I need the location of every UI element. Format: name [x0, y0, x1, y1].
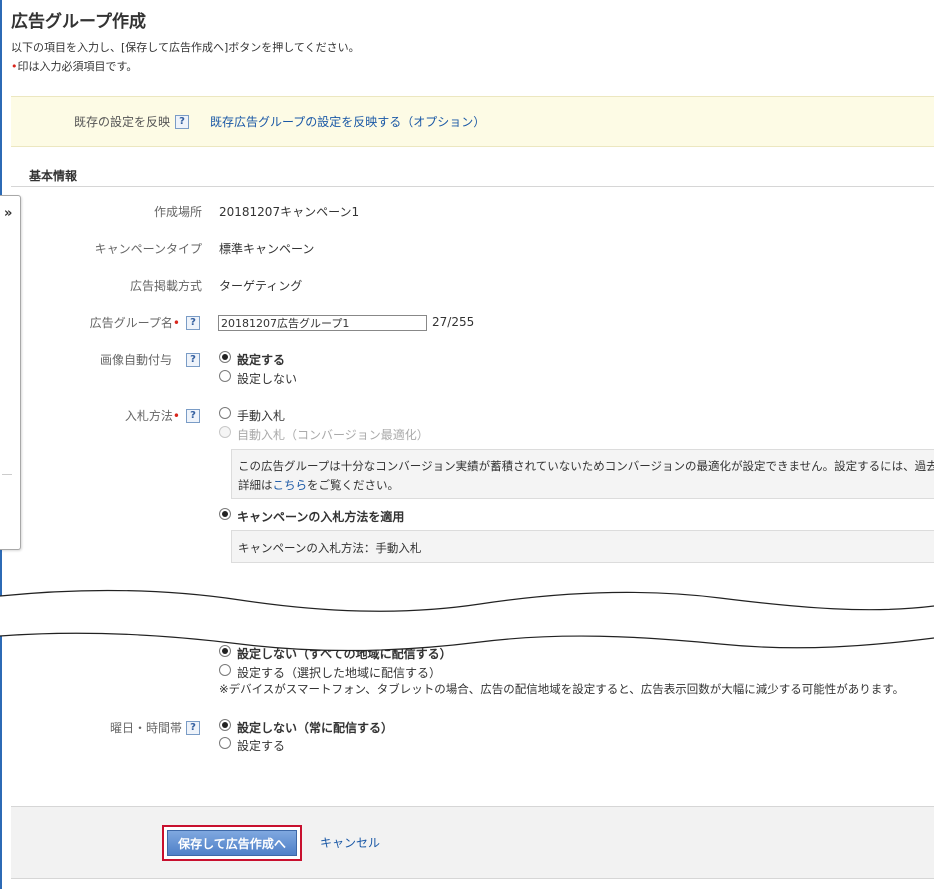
- ad-group-name-input[interactable]: [218, 315, 427, 331]
- region-on-label[interactable]: 設定する（選択した地域に配信する）: [237, 664, 441, 681]
- region-on-radio[interactable]: [219, 664, 231, 676]
- preset-panel: 既存の設定を反映 ? 既存広告グループの設定を反映する（オプション）: [11, 96, 934, 147]
- preset-label: 既存の設定を反映: [74, 115, 171, 129]
- cancel-link[interactable]: キャンセル: [320, 834, 380, 851]
- section-divider: [11, 186, 934, 187]
- required-marker: •: [172, 316, 180, 330]
- page-title: 広告グループ作成: [11, 12, 146, 32]
- bidding-campaign-label[interactable]: キャンペーンの入札方法を適用: [237, 508, 404, 525]
- side-panel-toggle[interactable]: »: [0, 195, 21, 550]
- ad-group-name-label: 広告グループ名•: [27, 314, 180, 331]
- bidding-label-text: 入札方法: [124, 409, 173, 423]
- bidding-manual-label[interactable]: 手動入札: [237, 407, 285, 424]
- location-label: 作成場所: [153, 205, 202, 219]
- preset-link[interactable]: 既存広告グループの設定を反映する（オプション）: [210, 113, 485, 130]
- auto-image-off-radio[interactable]: [219, 370, 231, 382]
- auto-image-on-label[interactable]: 設定する: [237, 351, 285, 368]
- campaign-bid-info-box: キャンペーンの入札方法：手動入札: [231, 530, 934, 563]
- double-chevron-right-icon: »: [4, 206, 13, 221]
- delivery-method-value: ターゲティング: [219, 279, 303, 293]
- bidding-notice-suffix: をご覧ください。: [307, 478, 399, 492]
- schedule-on-radio[interactable]: [219, 737, 231, 749]
- schedule-off-radio[interactable]: [219, 719, 231, 731]
- bidding-notice-line1: この広告グループは十分なコンバージョン実績が蓄積されていないためコンバージョンの…: [238, 459, 934, 473]
- form-footer: 保存して広告作成へ キャンセル: [11, 806, 934, 879]
- bidding-campaign-radio[interactable]: [219, 508, 231, 520]
- required-note: •印は入力必須項目です。: [11, 58, 137, 74]
- campaign-type-label: キャンペーンタイプ: [94, 242, 202, 256]
- auto-image-off-label[interactable]: 設定しない: [237, 370, 297, 387]
- ad-group-name-label-text: 広告グループ名: [89, 316, 173, 330]
- save-and-create-ad-button[interactable]: 保存して広告作成へ: [167, 830, 297, 856]
- bidding-notice-box: この広告グループは十分なコンバージョン実績が蓄積されていないためコンバージョンの…: [231, 449, 934, 499]
- auto-image-help-icon[interactable]: ?: [186, 353, 200, 367]
- preset-help-icon[interactable]: ?: [175, 115, 189, 129]
- required-marker: •: [172, 409, 180, 423]
- save-button-highlight: 保存して広告作成へ: [162, 825, 302, 861]
- bidding-auto-radio: [219, 426, 231, 438]
- bidding-auto-label: 自動入札（コンバージョン最適化）: [237, 428, 429, 442]
- bidding-manual-radio[interactable]: [219, 407, 231, 419]
- page-tear-divider: [0, 589, 934, 652]
- location-value: 20181207キャンペーン1: [219, 205, 360, 219]
- schedule-label: 曜日・時間帯: [109, 721, 182, 735]
- ad-group-name-counter: 27/255: [432, 315, 475, 329]
- campaign-type-value: 標準キャンペーン: [219, 242, 315, 256]
- schedule-off-label[interactable]: 設定しない（常に配信する）: [237, 719, 393, 736]
- required-note-text: 印は入力必須項目です。: [17, 60, 138, 73]
- bidding-label: 入札方法•: [27, 407, 180, 424]
- section-title-basic-info: 基本情報: [29, 169, 78, 183]
- bidding-notice-link[interactable]: こちら: [273, 478, 308, 492]
- auto-image-label: 画像自動付与: [99, 353, 172, 367]
- divider: [2, 474, 12, 475]
- bidding-notice-prefix: 詳細は: [238, 478, 273, 492]
- bidding-notice-line2: 詳細はこちらをご覧ください。: [238, 477, 399, 493]
- bidding-help-icon[interactable]: ?: [186, 409, 200, 423]
- schedule-on-label[interactable]: 設定する: [237, 737, 285, 754]
- campaign-bid-info: キャンペーンの入札方法：手動入札: [238, 541, 422, 555]
- page-description: 以下の項目を入力し、[保存して広告作成へ]ボタンを押してください。: [11, 41, 360, 54]
- schedule-help-icon[interactable]: ?: [186, 721, 200, 735]
- auto-image-on-radio[interactable]: [219, 351, 231, 363]
- delivery-method-label: 広告掲載方式: [129, 279, 202, 293]
- device-note: ※デバイスがスマートフォン、タブレットの場合、広告の配信地域を設定すると、広告表…: [219, 682, 905, 696]
- ad-group-name-help-icon[interactable]: ?: [186, 316, 200, 330]
